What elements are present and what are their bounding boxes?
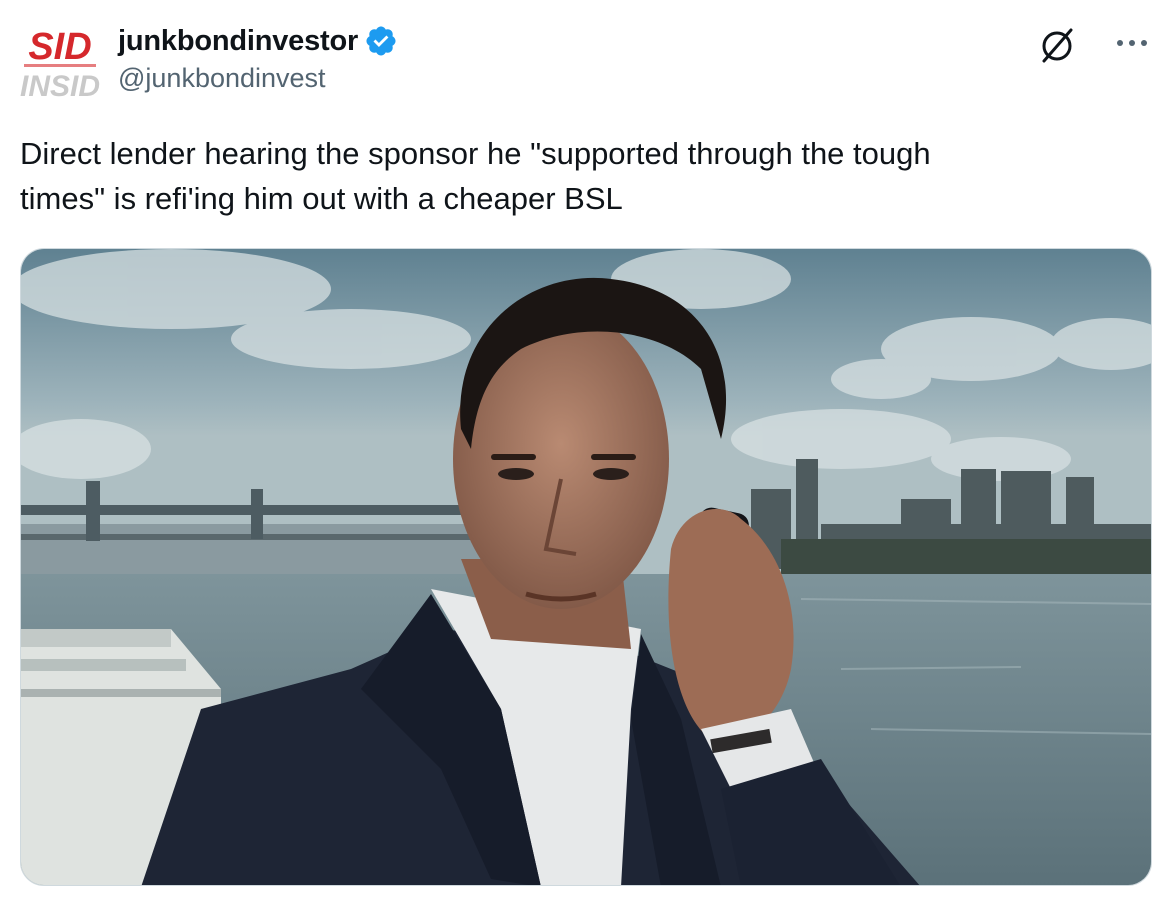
tweet-text: Direct lender hearing the sponsor he "su… xyxy=(20,136,931,216)
tweet-card: SID INSID junkbondinvestor @junkbondinve… xyxy=(0,0,1170,910)
tweet-media-photo[interactable] xyxy=(20,248,1152,886)
grok-icon xyxy=(1042,28,1073,63)
author-handle[interactable]: @junkbondinvest xyxy=(118,63,326,94)
photo-image xyxy=(21,249,1151,885)
avatar[interactable]: SID INSID xyxy=(20,22,100,102)
avatar-text-top: SID xyxy=(28,26,91,68)
more-icon xyxy=(1117,40,1147,46)
avatar-logo: SID INSID xyxy=(20,22,100,102)
author-name-row: junkbondinvestor xyxy=(118,22,398,60)
avatar-text-bottom: INSID xyxy=(20,70,100,102)
verified-badge-icon xyxy=(364,24,398,58)
display-name[interactable]: junkbondinvestor xyxy=(118,25,358,58)
grok-button[interactable] xyxy=(1036,24,1078,66)
more-options-button[interactable] xyxy=(1110,28,1154,58)
